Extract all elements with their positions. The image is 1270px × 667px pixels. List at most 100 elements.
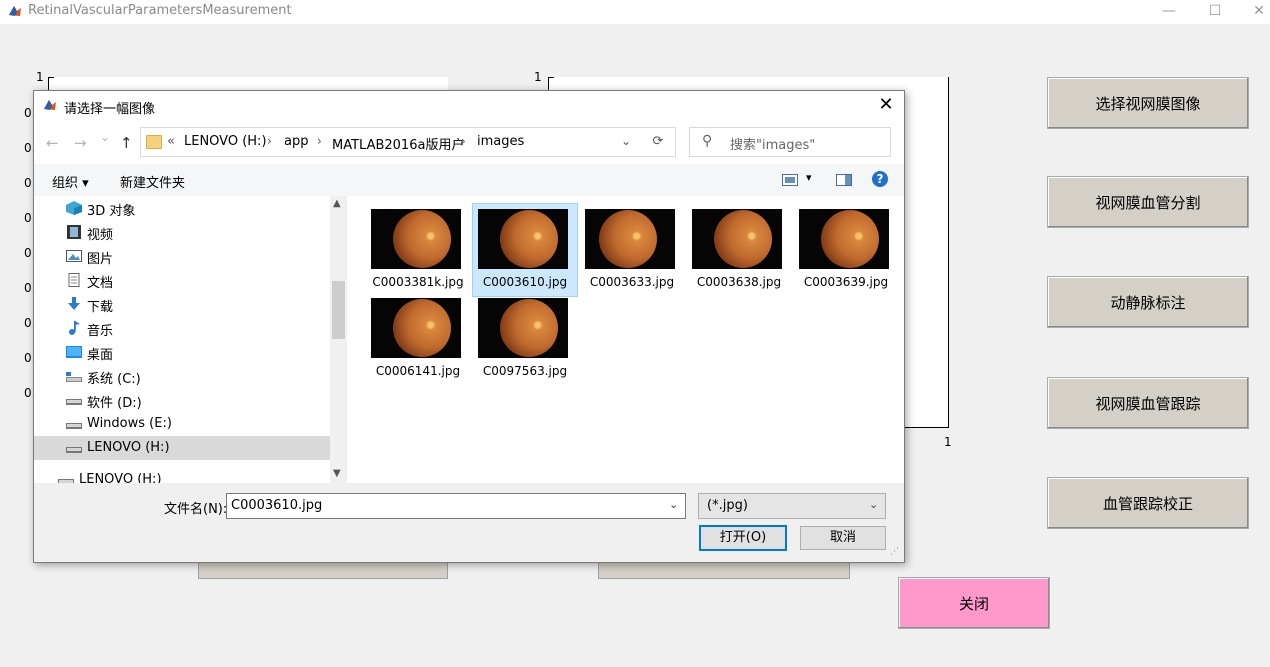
breadcrumb-matlab[interactable]: MATLAB2016a版用户 (332, 134, 464, 153)
folder-icon (146, 135, 162, 149)
nav-item-drive-e[interactable]: Windows (E:) (34, 412, 330, 436)
nav-item-desktop[interactable]: 桌面 (34, 340, 330, 364)
back-arrow-icon[interactable]: ← (46, 134, 59, 152)
window-close-button[interactable]: ✕ (1236, 0, 1270, 24)
fundus-thumbnail (371, 209, 461, 269)
fundus-thumbnail (371, 298, 461, 358)
fundus-thumbnail (478, 298, 568, 358)
music-icon (69, 321, 80, 335)
nav-item-video[interactable]: 视频 (34, 220, 330, 244)
nav-item-drive-d[interactable]: 软件 (D:) (34, 388, 330, 412)
close-button[interactable]: 关闭 (898, 577, 1050, 629)
nav-item-music[interactable]: 音乐 (34, 316, 330, 340)
file-item[interactable]: C0003639.jpg (794, 204, 898, 296)
view-dropdown-icon[interactable]: ▾ (806, 171, 812, 184)
nav-item-drive-h[interactable]: LENOVO (H:) (34, 436, 330, 460)
tracking-correction-button[interactable]: 血管跟踪校正 (1047, 477, 1249, 529)
filename-dropdown-icon[interactable]: ⌄ (669, 498, 678, 511)
filetype-select[interactable]: (*.jpg) ⌄ (698, 493, 886, 519)
file-item[interactable]: C0006141.jpg (366, 293, 470, 385)
forward-arrow-icon[interactable]: → (74, 134, 87, 152)
nav-item-drive-c[interactable]: 系统 (C:) (34, 364, 330, 388)
filetype-dropdown-icon[interactable]: ⌄ (869, 498, 878, 511)
preview-pane-icon[interactable] (836, 174, 852, 186)
breadcrumb-drive[interactable]: LENOVO (H:) (184, 134, 267, 149)
breadcrumb-separator-icon[interactable]: › (267, 134, 272, 148)
nav-item-label: 桌面 (87, 348, 114, 363)
nav-item-label: 视频 (87, 228, 114, 243)
breadcrumb-images[interactable]: images (477, 134, 524, 149)
cancel-button[interactable]: 取消 (800, 526, 886, 550)
file-name: C0003639.jpg (803, 275, 889, 289)
nav-item-label: LENOVO (H:) (79, 472, 162, 483)
file-item[interactable]: C0003381k.jpg (366, 204, 470, 296)
file-item-selected[interactable]: C0003610.jpg (472, 203, 578, 297)
nav-item-label: 文档 (87, 276, 114, 291)
view-options-icon[interactable] (782, 174, 798, 186)
drive-icon (66, 399, 82, 405)
download-icon (68, 297, 80, 310)
file-name: C0003633.jpg (589, 275, 675, 289)
vessel-segmentation-button[interactable]: 视网膜血管分割 (1047, 176, 1249, 228)
fundus-thumbnail (692, 209, 782, 269)
dialog-toolbar: 组织 ▾ 新建文件夹 ▾ ? (34, 164, 904, 196)
address-dropdown-icon[interactable]: ⌄ (621, 134, 631, 148)
drive-icon (58, 479, 74, 483)
artery-vein-label-button[interactable]: 动静脉标注 (1047, 276, 1249, 328)
file-name: C0006141.jpg (375, 364, 461, 378)
breadcrumb-overflow[interactable]: « (167, 134, 175, 149)
pictures-icon (66, 250, 82, 262)
filetype-value: (*.jpg) (707, 498, 748, 513)
scroll-down-icon[interactable]: ▼ (333, 468, 341, 479)
maximize-button[interactable]: ☐ (1192, 0, 1238, 24)
nav-scrollbar[interactable]: ▲ ▼ (330, 196, 347, 483)
nav-item-drive-h-2[interactable]: LENOVO (H:) (34, 468, 322, 483)
breadcrumb-app[interactable]: app (284, 134, 308, 149)
vessel-tracking-button[interactable]: 视网膜血管跟踪 (1047, 377, 1249, 429)
address-row: ← → ⌄ ↑ « LENOVO (H:) › app › MATLAB2016… (34, 122, 904, 164)
minimize-button[interactable]: — (1146, 0, 1192, 24)
address-bar[interactable]: « LENOVO (H:) › app › MATLAB2016a版用户 › i… (140, 127, 643, 157)
window-titlebar: RetinalVascularParametersMeasurement — ☐… (0, 0, 1270, 24)
filename-label: 文件名(N): (164, 502, 228, 517)
nav-item-downloads[interactable]: 下载 (34, 292, 330, 316)
nav-scrollbar-thumb[interactable] (332, 281, 345, 339)
open-button[interactable]: 打开(O) (699, 525, 787, 551)
resize-grip-icon[interactable]: ⋰ (890, 547, 899, 557)
file-name: C0003610.jpg (482, 275, 568, 289)
dialog-title: 请选择一幅图像 (64, 102, 156, 117)
breadcrumb-separator-icon[interactable]: › (461, 134, 466, 148)
drive-c-icon (66, 372, 82, 382)
file-item[interactable]: C0003638.jpg (687, 204, 791, 296)
file-item[interactable]: C0003633.jpg (580, 204, 684, 296)
up-arrow-icon[interactable]: ↑ (120, 134, 133, 152)
breadcrumb-separator-icon[interactable]: › (317, 134, 322, 148)
file-list: C0003381k.jpg C0003610.jpg C0003633.jpg … (347, 196, 904, 483)
right-axes-top-tick: 1 (534, 70, 542, 84)
file-name: C0003638.jpg (696, 275, 782, 289)
search-placeholder: 搜索"images" (730, 138, 816, 153)
nav-item-label: Windows (E:) (87, 416, 172, 431)
nav-item-3d-objects[interactable]: 3D 对象 (34, 196, 330, 220)
dialog-close-button[interactable]: ✕ (876, 95, 896, 115)
help-icon[interactable]: ? (872, 171, 888, 187)
refresh-icon[interactable]: ⟳ (641, 127, 676, 157)
organize-menu[interactable]: 组织 ▾ (52, 172, 89, 191)
left-axes-top-tick: 1 (36, 70, 44, 84)
matlab-icon (9, 6, 21, 16)
filename-input[interactable]: C0003610.jpg ⌄ (226, 493, 686, 519)
search-input[interactable]: ⚲ 搜索"images" (689, 127, 891, 157)
recent-locations-chevron-icon[interactable]: ⌄ (100, 130, 110, 144)
select-retina-image-button[interactable]: 选择视网膜图像 (1047, 77, 1249, 129)
nav-item-label: 图片 (87, 252, 114, 267)
nav-item-label: 音乐 (87, 324, 114, 339)
nav-item-label: LENOVO (H:) (87, 440, 170, 455)
nav-item-pictures[interactable]: 图片 (34, 244, 330, 268)
nav-item-documents[interactable]: 文档 (34, 268, 330, 292)
new-folder-button[interactable]: 新建文件夹 (120, 172, 185, 191)
right-axes-tick-mark (548, 77, 554, 78)
scroll-up-icon[interactable]: ▲ (333, 198, 341, 209)
nav-item-label: 软件 (D:) (87, 396, 142, 411)
file-item[interactable]: C0097563.jpg (473, 293, 577, 385)
fundus-thumbnail (799, 209, 889, 269)
